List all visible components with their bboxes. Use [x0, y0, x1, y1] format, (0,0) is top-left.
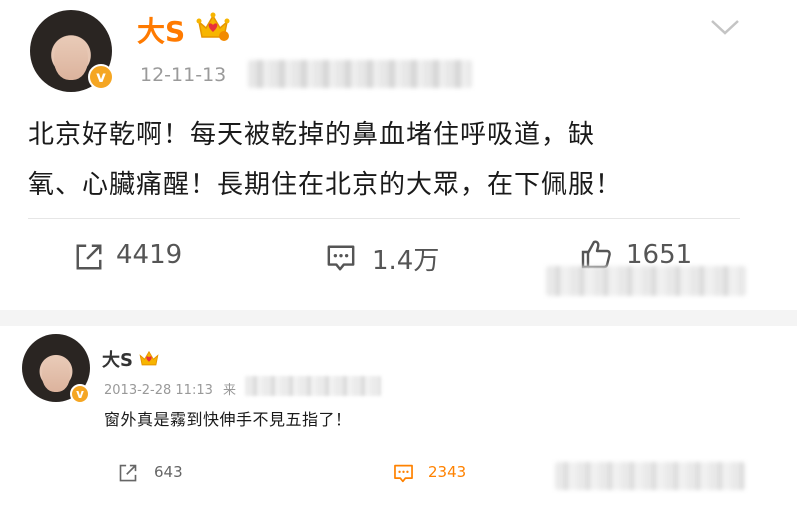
- repost-button[interactable]: 4419: [74, 238, 204, 278]
- crown-icon: [196, 12, 230, 41]
- post-text-line: 北京好乾啊！每天被乾掉的鼻血堵住呼吸道，缺: [28, 120, 596, 150]
- comment-repost-count: 643: [154, 463, 183, 481]
- blurred-watermark: [555, 462, 745, 490]
- comment-button[interactable]: 1.4万: [326, 238, 466, 278]
- comment-count: 1.4万: [372, 246, 440, 276]
- repost-icon: [119, 464, 137, 482]
- blurred-source: [245, 376, 381, 396]
- blurred-watermark: [546, 266, 746, 296]
- comment-icon: [327, 245, 355, 271]
- post-timestamp: 12-11-13: [140, 64, 227, 86]
- comment-source-prefix: 来: [223, 383, 237, 398]
- section-separator: [0, 310, 797, 326]
- post-text-line: 氧、心臟痛醒！長期住在北京的大眾，在下佩服！: [28, 170, 623, 200]
- blurred-source: [248, 60, 472, 88]
- comment-author-name[interactable]: 大S: [102, 346, 133, 372]
- repost-count: 4419: [116, 240, 183, 270]
- crown-icon: [139, 350, 159, 366]
- verified-badge-icon: v: [88, 64, 114, 90]
- comment-time: 2013-2-28 11:13: [104, 383, 213, 398]
- divider: [28, 218, 740, 219]
- comment-repost-button[interactable]: 643: [118, 460, 198, 488]
- post-text: 北京好乾啊！每天被乾掉的鼻血堵住呼吸道，缺 氧、心臟痛醒！長期住在北京的大眾，在…: [28, 110, 728, 210]
- comment-icon: [394, 464, 413, 483]
- comment-comment-count: 2343: [428, 463, 467, 481]
- repost-icon: [76, 244, 102, 270]
- comment-text: 窗外真是霧到快伸手不見五指了！: [104, 410, 352, 429]
- chevron-down-icon[interactable]: [710, 18, 740, 36]
- verified-badge-icon: v: [70, 384, 90, 404]
- comment-comment-button[interactable]: 2343: [393, 460, 483, 488]
- comment-timestamp: 2013-2-28 11:13 来: [104, 379, 236, 398]
- author-name[interactable]: 大S: [137, 10, 185, 50]
